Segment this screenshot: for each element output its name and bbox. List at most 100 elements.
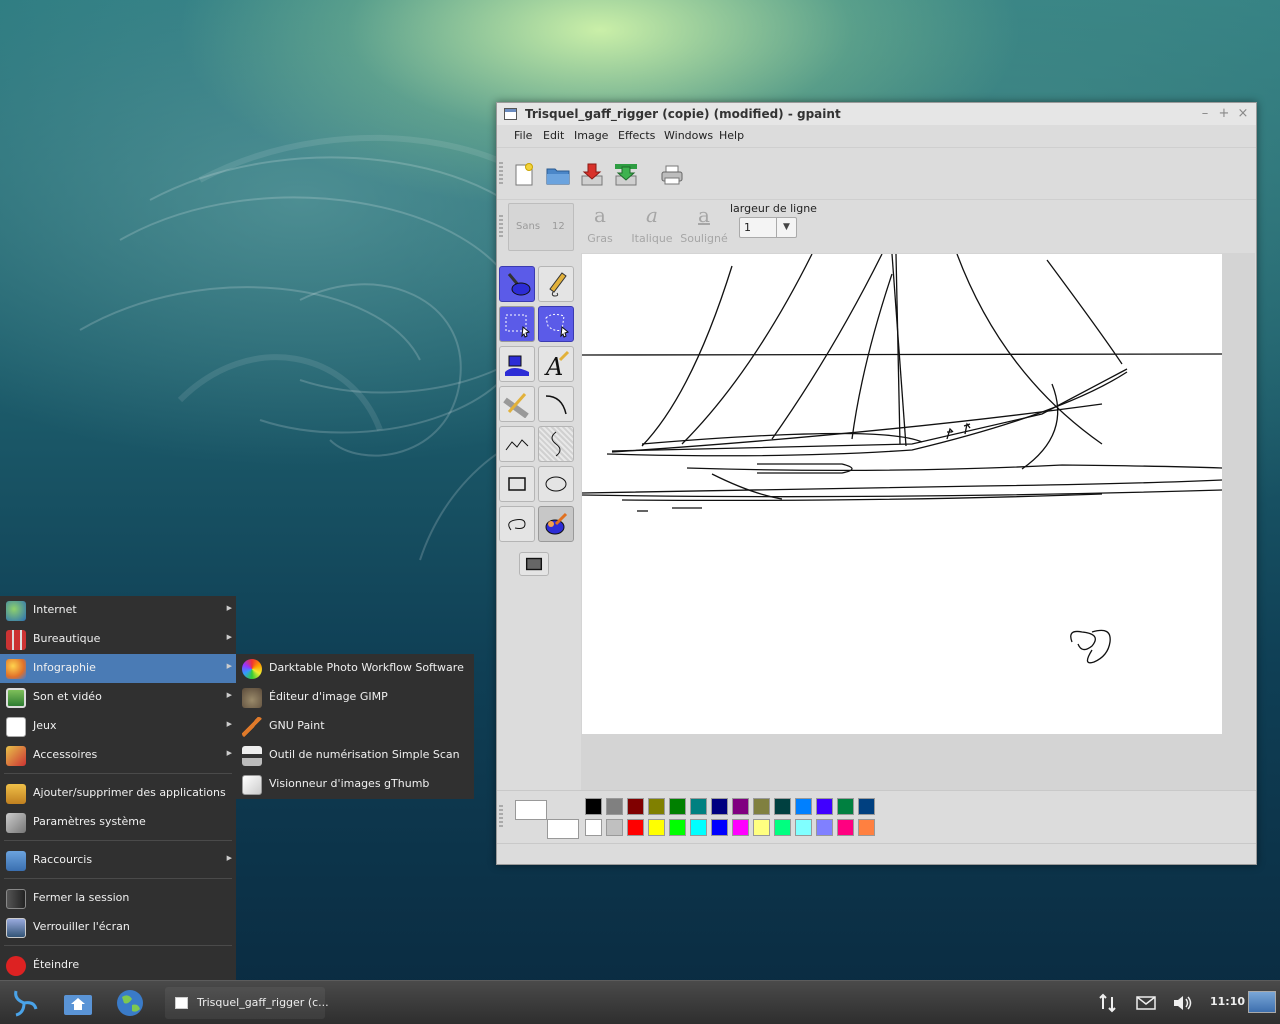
menu-item-lock-screen[interactable]: Verrouiller l'écran bbox=[0, 913, 236, 942]
color-swatch[interactable] bbox=[837, 819, 854, 836]
color-swatch[interactable] bbox=[690, 798, 707, 815]
network-icon[interactable] bbox=[1098, 993, 1118, 1013]
menu-item-bureautique[interactable]: Bureautique ▶ bbox=[0, 625, 236, 654]
menu-item-system-settings[interactable]: Paramètres système bbox=[0, 808, 236, 837]
color-swatch[interactable] bbox=[858, 819, 875, 836]
color-swatch[interactable] bbox=[627, 798, 644, 815]
color-swatch[interactable] bbox=[732, 798, 749, 815]
window-icon bbox=[175, 997, 188, 1009]
menu-item-raccourcis[interactable]: Raccourcis ▶ bbox=[0, 846, 236, 875]
canvas-scroll-area[interactable] bbox=[581, 253, 1255, 790]
minimize-button[interactable]: – bbox=[1197, 106, 1213, 122]
lasso-select-tool[interactable] bbox=[538, 306, 574, 342]
menu-item-jeux[interactable]: Jeux ▶ bbox=[0, 712, 236, 741]
menu-item-son-et-video[interactable]: Son et vidéo ▶ bbox=[0, 683, 236, 712]
submenu-item-gthumb[interactable]: Visionneur d'images gThumb bbox=[236, 770, 474, 799]
submenu-item-label: Éditeur d'image GIMP bbox=[269, 690, 388, 703]
print-icon[interactable] bbox=[659, 162, 685, 188]
show-desktop-button[interactable] bbox=[60, 985, 96, 1021]
color-swatch[interactable] bbox=[837, 798, 854, 815]
menu-item-infographie[interactable]: Infographie ▶ bbox=[0, 654, 236, 683]
rect-select-tool[interactable] bbox=[499, 306, 535, 342]
save-as-icon[interactable] bbox=[613, 162, 639, 188]
menu-item-shutdown[interactable]: Éteindre bbox=[0, 951, 236, 980]
menu-help[interactable]: Help bbox=[719, 129, 744, 142]
text-tool[interactable]: A bbox=[538, 346, 574, 382]
new-icon[interactable] bbox=[511, 162, 537, 188]
menu-image[interactable]: Image bbox=[574, 129, 608, 142]
color-swatch[interactable] bbox=[753, 798, 770, 815]
color-swatch[interactable] bbox=[648, 798, 665, 815]
color-swatch[interactable] bbox=[711, 798, 728, 815]
save-icon[interactable] bbox=[579, 162, 605, 188]
close-button[interactable]: × bbox=[1235, 106, 1251, 122]
color-swatch[interactable] bbox=[753, 819, 770, 836]
color-swatch[interactable] bbox=[606, 819, 623, 836]
menu-item-logout[interactable]: Fermer la session bbox=[0, 884, 236, 913]
italic-button[interactable]: a Italique bbox=[627, 204, 677, 245]
curve-tool[interactable] bbox=[538, 386, 574, 422]
dropdown-arrow-icon[interactable]: ▼ bbox=[776, 218, 796, 237]
paintbrush-tool[interactable] bbox=[499, 266, 535, 302]
submenu-item-gnu-paint[interactable]: GNU Paint bbox=[236, 712, 474, 741]
color-swatch[interactable] bbox=[585, 819, 602, 836]
color-swatch[interactable] bbox=[795, 819, 812, 836]
pencil-tool[interactable] bbox=[538, 266, 574, 302]
foreground-color-swatch[interactable] bbox=[515, 800, 547, 820]
eraser-tool[interactable] bbox=[538, 506, 574, 542]
submenu-item-darktable[interactable]: Darktable Photo Workflow Software bbox=[236, 654, 474, 683]
palette-grip[interactable] bbox=[499, 805, 503, 829]
workspace-switcher[interactable] bbox=[1248, 991, 1276, 1013]
rectangle-tool[interactable] bbox=[499, 466, 535, 502]
bold-button[interactable]: a Gras bbox=[575, 204, 625, 245]
color-swatch[interactable] bbox=[732, 819, 749, 836]
closed-freehand-tool[interactable] bbox=[499, 506, 535, 542]
menu-effects[interactable]: Effects bbox=[618, 129, 655, 142]
menu-edit[interactable]: Edit bbox=[543, 129, 564, 142]
submenu-item-simple-scan[interactable]: Outil de numérisation Simple Scan bbox=[236, 741, 474, 770]
start-menu-button[interactable] bbox=[6, 985, 42, 1021]
mail-icon[interactable] bbox=[1136, 993, 1156, 1013]
color-swatch[interactable] bbox=[627, 819, 644, 836]
color-swatch[interactable] bbox=[690, 819, 707, 836]
menu-item-accessoires[interactable]: Accessoires ▶ bbox=[0, 741, 236, 770]
drawing-canvas[interactable] bbox=[581, 253, 1223, 734]
background-color-swatch[interactable] bbox=[547, 819, 579, 839]
open-icon[interactable] bbox=[545, 162, 571, 188]
title-bar[interactable]: Trisquel_gaff_rigger (copie) (modified) … bbox=[497, 103, 1256, 125]
color-swatch[interactable] bbox=[795, 798, 812, 815]
multiline-tool[interactable] bbox=[499, 426, 535, 462]
color-swatch[interactable] bbox=[774, 819, 791, 836]
browser-launcher[interactable] bbox=[112, 985, 148, 1021]
color-swatch[interactable] bbox=[648, 819, 665, 836]
line-width-select[interactable]: 1 ▼ bbox=[739, 217, 797, 238]
underline-button[interactable]: a Souligné bbox=[679, 204, 729, 245]
color-swatch[interactable] bbox=[585, 798, 602, 815]
color-swatch[interactable] bbox=[711, 819, 728, 836]
taskbar-task-gpaint[interactable]: Trisquel_gaff_rigger (c... bbox=[165, 987, 329, 1019]
menu-windows[interactable]: Windows bbox=[664, 129, 713, 142]
freeform-tool[interactable] bbox=[538, 426, 574, 462]
color-swatch[interactable] bbox=[606, 798, 623, 815]
color-swatch[interactable] bbox=[858, 798, 875, 815]
color-swatch[interactable] bbox=[816, 819, 833, 836]
line-tool[interactable] bbox=[499, 386, 535, 422]
toolbar-grip[interactable] bbox=[499, 162, 503, 186]
color-swatch[interactable] bbox=[774, 798, 791, 815]
menu-item-add-remove-apps[interactable]: Ajouter/supprimer des applications bbox=[0, 779, 236, 808]
fill-tool[interactable] bbox=[499, 346, 535, 382]
maximize-button[interactable]: + bbox=[1216, 106, 1232, 122]
menu-file[interactable]: File bbox=[514, 129, 532, 142]
clock[interactable]: 11:10 bbox=[1210, 995, 1245, 1008]
oval-tool[interactable] bbox=[538, 466, 574, 502]
color-swatch[interactable] bbox=[816, 798, 833, 815]
color-swatch[interactable] bbox=[669, 798, 686, 815]
color-swatch[interactable] bbox=[669, 819, 686, 836]
submenu-item-gimp[interactable]: Éditeur d'image GIMP bbox=[236, 683, 474, 712]
settings-icon bbox=[6, 813, 26, 833]
volume-icon[interactable] bbox=[1172, 993, 1192, 1013]
fill-mode-button[interactable] bbox=[519, 552, 549, 576]
menu-item-internet[interactable]: Internet ▶ bbox=[0, 596, 236, 625]
toolbar-grip[interactable] bbox=[499, 215, 503, 239]
font-selector[interactable]: Sans 12 bbox=[508, 203, 574, 251]
